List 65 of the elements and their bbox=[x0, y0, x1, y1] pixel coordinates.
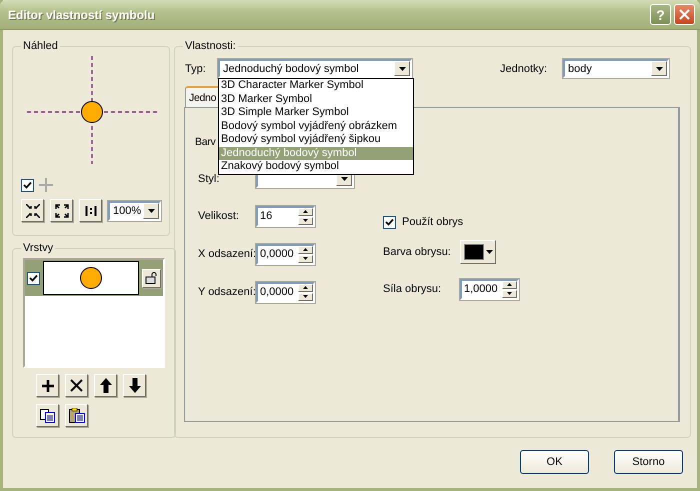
field-label: Síla obrysu: bbox=[383, 283, 442, 295]
remove-layer-button[interactable] bbox=[65, 374, 88, 397]
down-arrow-icon bbox=[128, 378, 140, 393]
plus-icon bbox=[42, 380, 54, 392]
spin-down-icon[interactable] bbox=[507, 292, 512, 295]
paste-button[interactable] bbox=[65, 404, 88, 427]
type-dropdown[interactable]: Jednoduchý bodový symbol bbox=[218, 59, 412, 78]
dropdown-arrow-icon bbox=[340, 177, 348, 181]
dialog-button[interactable]: Storno bbox=[614, 450, 683, 474]
dropdown-arrow-icon bbox=[148, 208, 154, 212]
spin-down-icon[interactable] bbox=[303, 219, 308, 222]
spin-up-icon[interactable] bbox=[303, 210, 308, 213]
checkbox[interactable] bbox=[383, 216, 396, 228]
checkbox[interactable] bbox=[21, 178, 34, 192]
color-picker-button[interactable] bbox=[460, 240, 496, 264]
field-label: Typ: bbox=[184, 62, 207, 74]
checkbox[interactable] bbox=[27, 272, 40, 284]
field-label: Velikost: bbox=[198, 210, 240, 222]
dialog-button[interactable]: OK bbox=[520, 450, 589, 474]
field-label: Jednotky: bbox=[500, 62, 548, 74]
add-layer-button[interactable] bbox=[36, 374, 59, 397]
window-title: Editor vlastností symbolu bbox=[8, 8, 156, 22]
padlock-icon bbox=[145, 272, 158, 284]
plus-icon bbox=[39, 178, 53, 192]
dropdown-arrow-icon bbox=[656, 66, 662, 70]
group-title: Vlastnosti: bbox=[184, 40, 237, 52]
up-arrow-icon bbox=[100, 378, 112, 393]
field-label: Y odsazení: bbox=[198, 286, 256, 298]
lock-button[interactable] bbox=[142, 268, 161, 288]
actual-size-button[interactable] bbox=[79, 199, 102, 222]
move-up-button[interactable] bbox=[94, 374, 117, 397]
spin-down-icon[interactable] bbox=[303, 295, 308, 298]
dropdown-arrow-icon bbox=[486, 250, 493, 254]
arrows-outward-icon bbox=[54, 204, 68, 218]
copy-button[interactable] bbox=[36, 404, 59, 427]
spin-up-icon[interactable] bbox=[507, 283, 512, 286]
field-label: Styl: bbox=[198, 173, 220, 185]
units-dropdown[interactable]: body bbox=[563, 59, 669, 78]
close-button[interactable] bbox=[674, 4, 695, 25]
spin-field[interactable]: 0,0000 bbox=[256, 282, 315, 302]
field-label: Barva obrysu: bbox=[383, 246, 452, 258]
spin-field[interactable]: 0,0000 bbox=[256, 244, 315, 264]
spin-up-icon[interactable] bbox=[303, 286, 308, 289]
spin-field[interactable]: 1,0000 bbox=[460, 278, 519, 300]
move-down-button[interactable] bbox=[123, 374, 146, 397]
close-icon bbox=[679, 9, 690, 20]
spin-down-icon[interactable] bbox=[303, 257, 308, 260]
paste-icon bbox=[68, 408, 84, 423]
zoom-in-button[interactable] bbox=[21, 199, 44, 222]
zoom-dropdown[interactable]: 100% bbox=[108, 200, 161, 220]
field-label: X odsazení: bbox=[198, 248, 256, 260]
layer-row[interactable] bbox=[25, 260, 163, 296]
field-label: Barv bbox=[195, 136, 216, 148]
zoom-out-button[interactable] bbox=[50, 199, 73, 222]
copy-icon bbox=[40, 408, 55, 422]
spin-up-icon[interactable] bbox=[303, 248, 308, 251]
dropdown-arrow-icon bbox=[398, 66, 406, 70]
arrows-inward-icon bbox=[26, 204, 40, 218]
actual-size-icon bbox=[84, 206, 96, 216]
cross-icon bbox=[70, 379, 83, 392]
checkbox-label: Použít obrys bbox=[402, 216, 464, 228]
group-title: Vrstvy bbox=[22, 242, 54, 254]
group-title: Náhled bbox=[22, 40, 59, 52]
spin-field[interactable]: 16 bbox=[256, 206, 315, 226]
circle-symbol-icon bbox=[79, 266, 103, 290]
